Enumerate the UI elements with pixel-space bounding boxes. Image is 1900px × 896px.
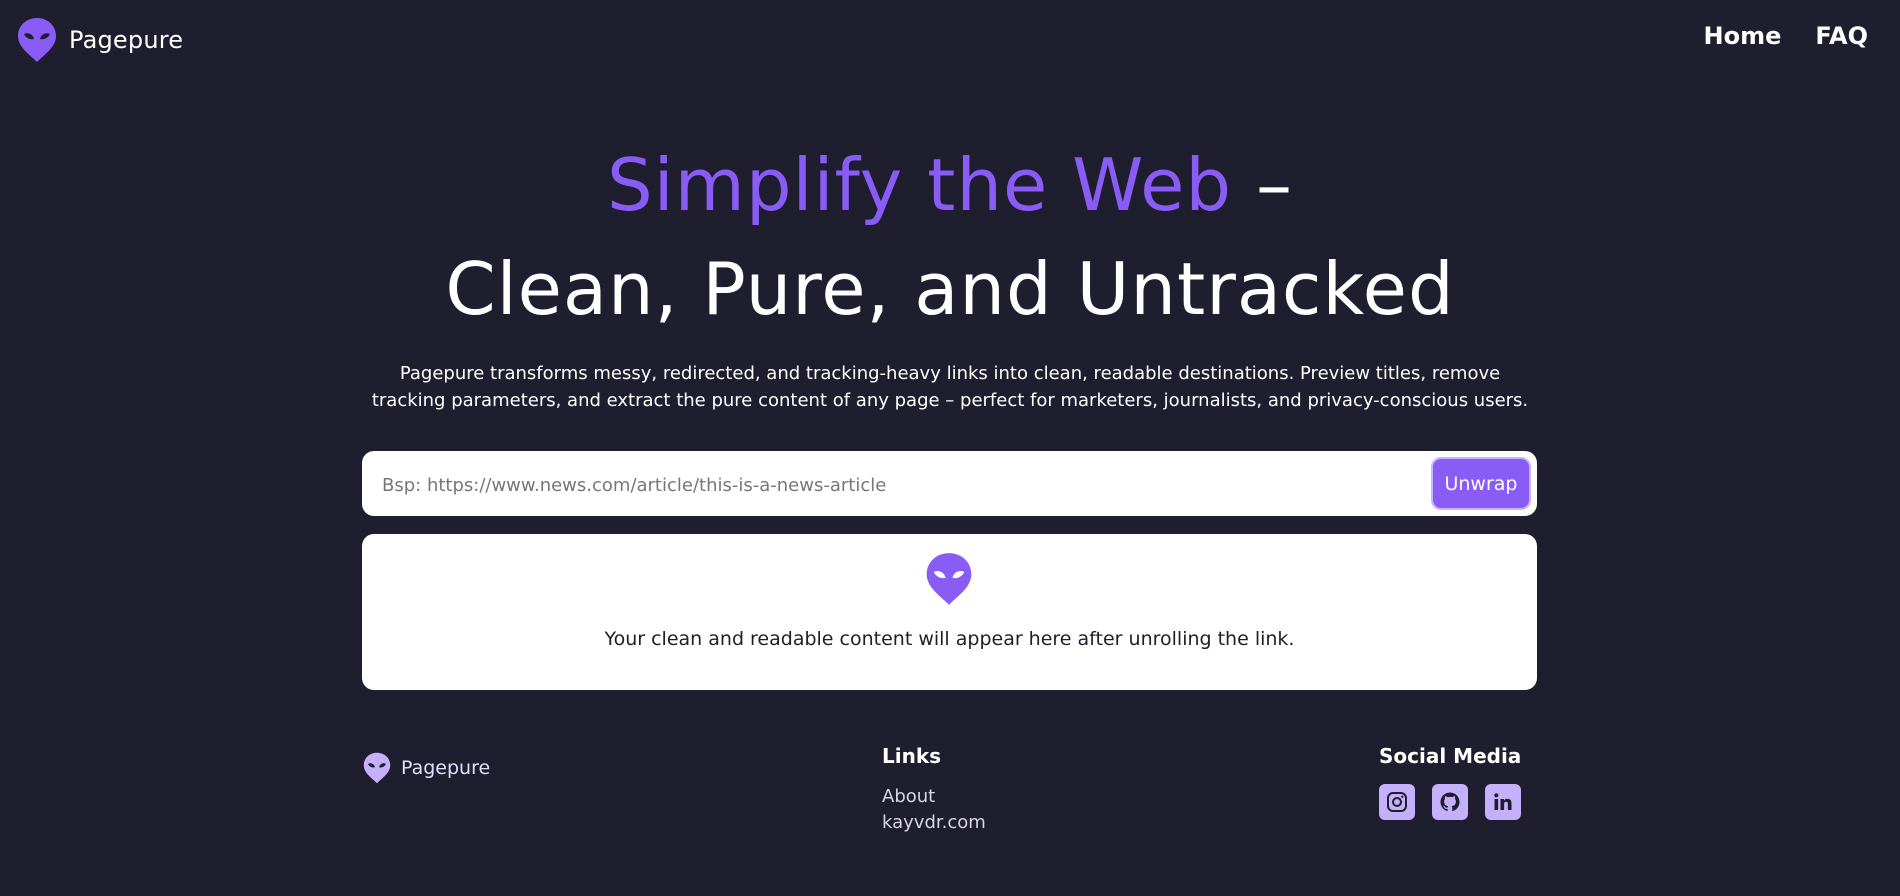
footer-brand-name: Pagepure [401, 757, 491, 779]
url-form: Unwrap [362, 451, 1537, 516]
hero-title-accent: Simplify the Web [606, 143, 1233, 227]
unwrap-button[interactable]: Unwrap [1431, 457, 1531, 510]
main-nav: Home FAQ [1704, 22, 1868, 50]
nav-home-link[interactable]: Home [1704, 22, 1782, 50]
nav-faq-link[interactable]: FAQ [1815, 22, 1868, 50]
footer-alien-logo-icon [363, 752, 391, 784]
alien-icon [925, 552, 973, 610]
footer-links-section: Links About kayvdr.com [882, 744, 986, 836]
footer-links-heading: Links [882, 744, 942, 768]
footer-social-heading: Social Media [1379, 744, 1522, 768]
hero-title-dash: – [1232, 143, 1294, 227]
brand-name: Pagepure [69, 26, 184, 54]
linkedin-icon[interactable] [1485, 784, 1521, 820]
page: Pagepure Home FAQ Simplify the Web – Cle… [0, 0, 1900, 896]
footer-link-kayvdr[interactable]: kayvdr.com [882, 810, 986, 836]
site-header: Pagepure Home FAQ [0, 0, 1900, 76]
footer-link-about[interactable]: About [882, 784, 986, 810]
output-panel: Your clean and readable content will app… [362, 534, 1537, 690]
social-icons [1379, 784, 1521, 820]
output-message: Your clean and readable content will app… [604, 628, 1295, 650]
alien-logo-icon [18, 18, 56, 62]
hero-subtitle: Clean, Pure, and Untracked [445, 247, 1455, 331]
hero-title: Simplify the Web – [0, 140, 1900, 230]
hero-description: Pagepure transforms messy, redirected, a… [371, 363, 1529, 411]
github-icon[interactable] [1432, 784, 1468, 820]
footer-social-section: Social Media [1379, 744, 1521, 820]
instagram-icon[interactable] [1379, 784, 1415, 820]
url-input[interactable] [380, 463, 1384, 507]
footer-brand[interactable]: Pagepure [363, 752, 490, 784]
brand-logo-link[interactable]: Pagepure [17, 17, 183, 63]
